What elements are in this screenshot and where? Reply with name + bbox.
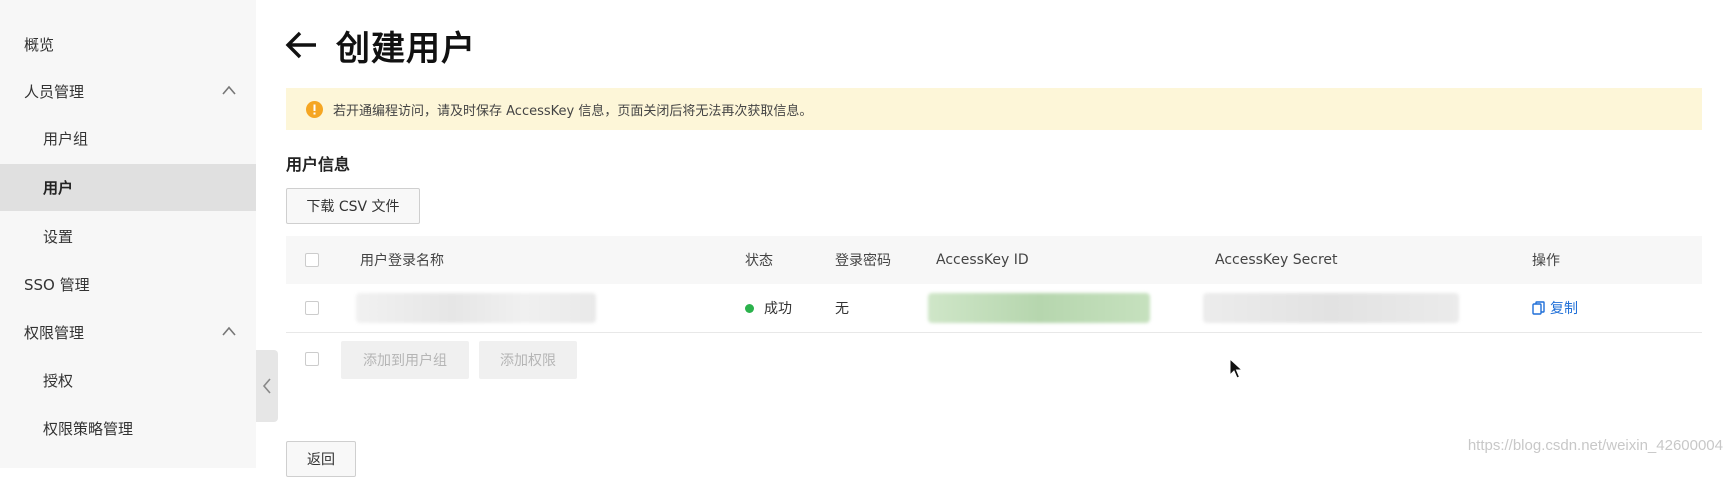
main-content: 创建用户 若开通编程访问，请及时保存 AccessKey 信息，页面关闭后将无法… [256,0,1731,477]
row-checkbox[interactable] [305,301,319,315]
download-csv-button[interactable]: 下载 CSV 文件 [286,188,420,224]
column-header: 用户登录名称 [360,253,444,269]
table-header: 用户登录名称 状态 登录密码 AccessKey ID AccessKey Se… [286,236,1702,284]
sidebar-item-people-management[interactable]: 人员管理 [0,68,256,115]
page-header: 创建用户 [284,20,476,70]
copy-label: 复制 [1550,301,1578,317]
redacted-accesskey-id [928,293,1150,323]
sidebar-item-label: 设置 [43,228,74,246]
redacted-username [356,293,596,323]
chevron-up-icon [222,85,236,95]
user-table: 用户登录名称 状态 登录密码 AccessKey ID AccessKey Se… [286,236,1702,385]
sidebar-item-users[interactable]: 用户 [0,164,256,211]
table-row: 成功 无 复制 [286,284,1702,333]
back-arrow-icon[interactable] [284,28,320,62]
sidebar-item-user-groups[interactable]: 用户组 [0,115,256,162]
redacted-accesskey-secret [1203,293,1459,323]
column-header: 登录密码 [835,253,891,269]
status-cell: 成功 [745,284,792,332]
sidebar-item-authorization[interactable]: 授权 [0,357,256,404]
sidebar-item-settings[interactable]: 设置 [0,213,256,260]
section-title: 用户信息 [286,155,351,174]
select-all-checkbox[interactable] [305,253,319,267]
sidebar-item-overview[interactable]: 概览 [0,21,256,68]
sidebar-item-policies[interactable]: 权限策略管理 [0,405,256,452]
mouse-cursor-icon [1229,358,1243,379]
sidebar: 概览 人员管理 用户组 用户 设置 SSO 管理 权限管理 授权 权限策略管理 [0,0,256,468]
chevron-up-icon [222,326,236,336]
back-button[interactable]: 返回 [286,441,356,477]
sidebar-item-label: 权限策略管理 [43,420,134,438]
sidebar-item-label: 授权 [43,372,74,390]
column-header: AccessKey ID [936,252,1029,268]
sidebar-item-sso[interactable]: SSO 管理 [0,261,256,308]
add-to-group-button[interactable]: 添加到用户组 [341,341,469,379]
status-text: 成功 [764,301,792,317]
sidebar-item-permission-management[interactable]: 权限管理 [0,309,256,356]
footer-checkbox[interactable] [305,352,319,366]
warning-notice: 若开通编程访问，请及时保存 AccessKey 信息，页面关闭后将无法再次获取信… [286,88,1702,130]
copy-link[interactable]: 复制 [1532,284,1578,332]
add-permission-button[interactable]: 添加权限 [479,341,577,379]
sidebar-item-label: 概览 [24,36,55,54]
password-cell: 无 [835,301,849,317]
table-footer: 添加到用户组 添加权限 [286,333,1702,385]
warning-icon [306,100,323,118]
notice-text: 若开通编程访问，请及时保存 AccessKey 信息，页面关闭后将无法再次获取信… [333,103,813,119]
sidebar-item-label: 用户组 [43,130,89,148]
column-header: 状态 [745,253,773,269]
copy-icon [1532,301,1545,315]
status-success-dot [745,303,754,313]
sidebar-item-label: 权限管理 [24,324,85,342]
sidebar-item-label: 人员管理 [24,83,85,101]
watermark: https://blog.csdn.net/weixin_42600004 [1467,437,1723,454]
page-title: 创建用户 [336,28,476,69]
column-header: 操作 [1532,253,1560,269]
column-header: AccessKey Secret [1215,252,1338,268]
sidebar-item-label: 用户 [43,179,74,197]
sidebar-item-label: SSO 管理 [24,276,90,294]
